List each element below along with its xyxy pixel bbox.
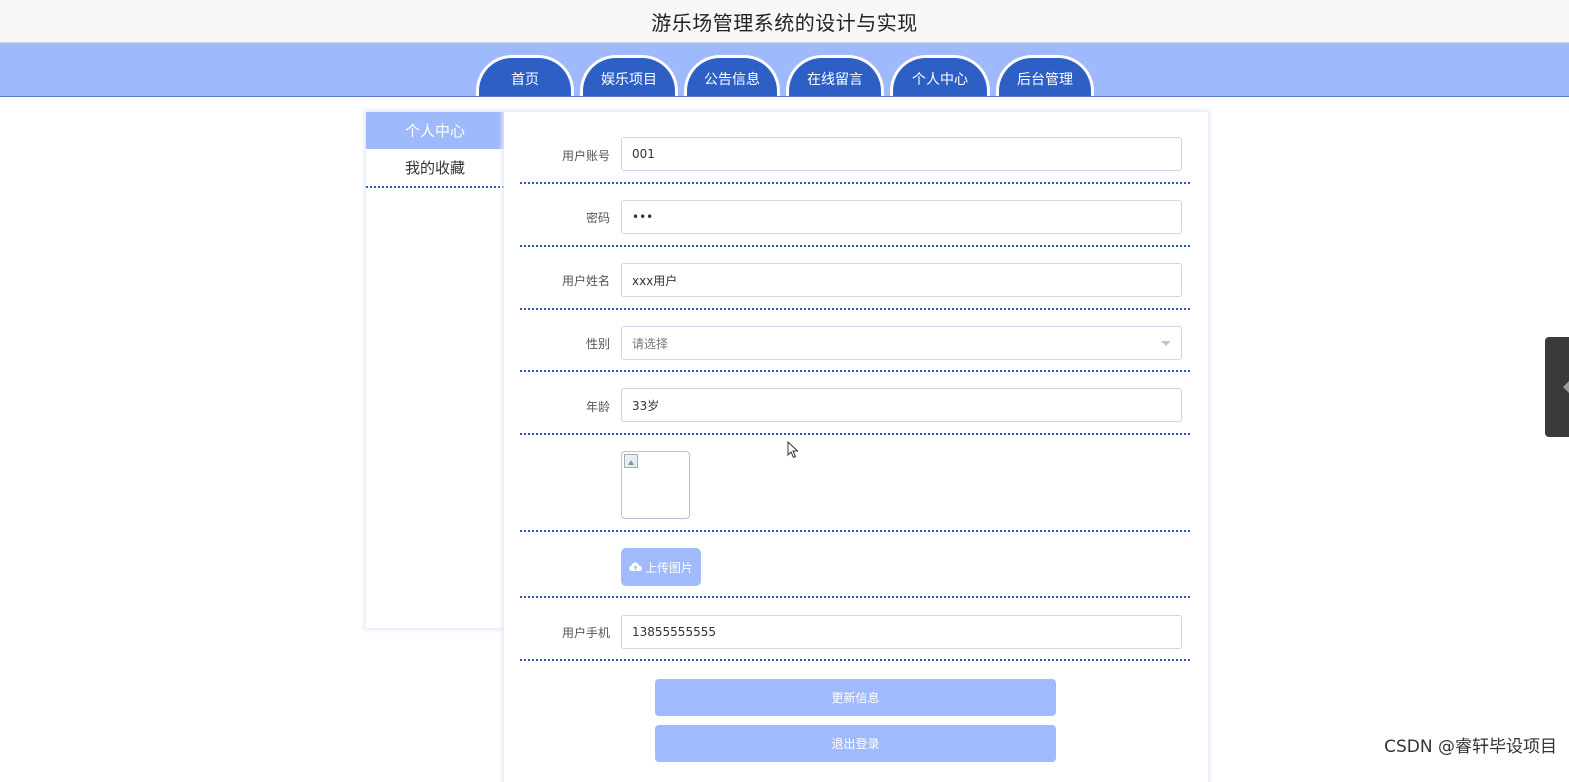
nav-tab-admin[interactable]: 后台管理	[996, 55, 1094, 96]
sidebar-divider	[366, 186, 504, 188]
password-input[interactable]: •••	[621, 200, 1182, 234]
age-label: 年龄	[585, 400, 610, 414]
nav-bar: 首页 娱乐项目 公告信息 在线留言 个人中心 后台管理	[0, 43, 1569, 97]
side-toggle-button[interactable]	[1545, 337, 1569, 437]
avatar-image	[621, 451, 690, 519]
nav-tab-entertainment[interactable]: 娱乐项目	[580, 55, 678, 96]
mouse-cursor-icon	[787, 441, 799, 459]
gender-select[interactable]: 请选择	[621, 326, 1182, 360]
form-row-gender: 性别 请选择	[520, 308, 1190, 372]
broken-image-icon	[624, 454, 638, 468]
nav-tab-messages[interactable]: 在线留言	[786, 55, 884, 96]
sidebar-item-favorites[interactable]: 我的收藏	[366, 149, 504, 186]
upload-button-label: 上传图片	[644, 560, 693, 575]
password-label: 密码	[585, 211, 610, 225]
gender-placeholder: 请选择	[632, 336, 669, 351]
form-row-upload: 上传图片	[520, 530, 1190, 598]
title-bar: 游乐场管理系统的设计与实现	[0, 0, 1569, 43]
form-row-name: 用户姓名 xxx用户	[520, 245, 1190, 310]
update-info-button[interactable]: 更新信息	[655, 679, 1056, 716]
name-value: xxx用户	[632, 273, 678, 288]
account-label: 用户账号	[561, 149, 610, 163]
password-value: •••	[632, 210, 654, 224]
account-value: 001	[632, 147, 655, 161]
form-row-avatar	[520, 433, 1190, 532]
name-input[interactable]: xxx用户	[621, 263, 1182, 297]
cloud-upload-icon	[628, 562, 642, 572]
page-title: 游乐场管理系统的设计与实现	[651, 10, 918, 35]
chevron-left-icon	[1563, 381, 1569, 393]
nav-tab-home[interactable]: 首页	[476, 55, 574, 96]
sidebar-item-profile[interactable]: 个人中心	[366, 112, 504, 149]
logout-button[interactable]: 退出登录	[655, 725, 1056, 762]
account-input[interactable]: 001	[621, 137, 1182, 171]
form-row-phone: 用户手机 13855555555	[520, 596, 1190, 661]
age-value: 33岁	[632, 398, 660, 413]
age-input[interactable]: 33岁	[621, 388, 1182, 422]
form-row-password: 密码 •••	[520, 182, 1190, 247]
upload-image-button[interactable]: 上传图片	[621, 548, 701, 586]
nav-tab-announcements[interactable]: 公告信息	[684, 55, 780, 96]
name-label: 用户姓名	[561, 274, 610, 288]
watermark: CSDN @睿轩毕设项目	[1384, 737, 1557, 757]
phone-label: 用户手机	[561, 626, 610, 640]
caret-down-icon	[1161, 341, 1171, 346]
form-row-account: 用户账号 001	[520, 136, 1190, 184]
form-row-age: 年龄 33岁	[520, 370, 1190, 435]
gender-label: 性别	[585, 337, 610, 351]
phone-value: 13855555555	[632, 625, 716, 639]
nav-tabs: 首页 娱乐项目 公告信息 在线留言 个人中心 后台管理	[476, 55, 1094, 96]
profile-form: 用户账号 001 密码 ••• 用户姓名 xxx用户 性别 请选择 年龄 33岁	[504, 112, 1208, 782]
nav-tab-profile[interactable]: 个人中心	[890, 55, 990, 96]
phone-input[interactable]: 13855555555	[621, 615, 1182, 649]
sidebar: 个人中心 我的收藏	[366, 112, 504, 628]
